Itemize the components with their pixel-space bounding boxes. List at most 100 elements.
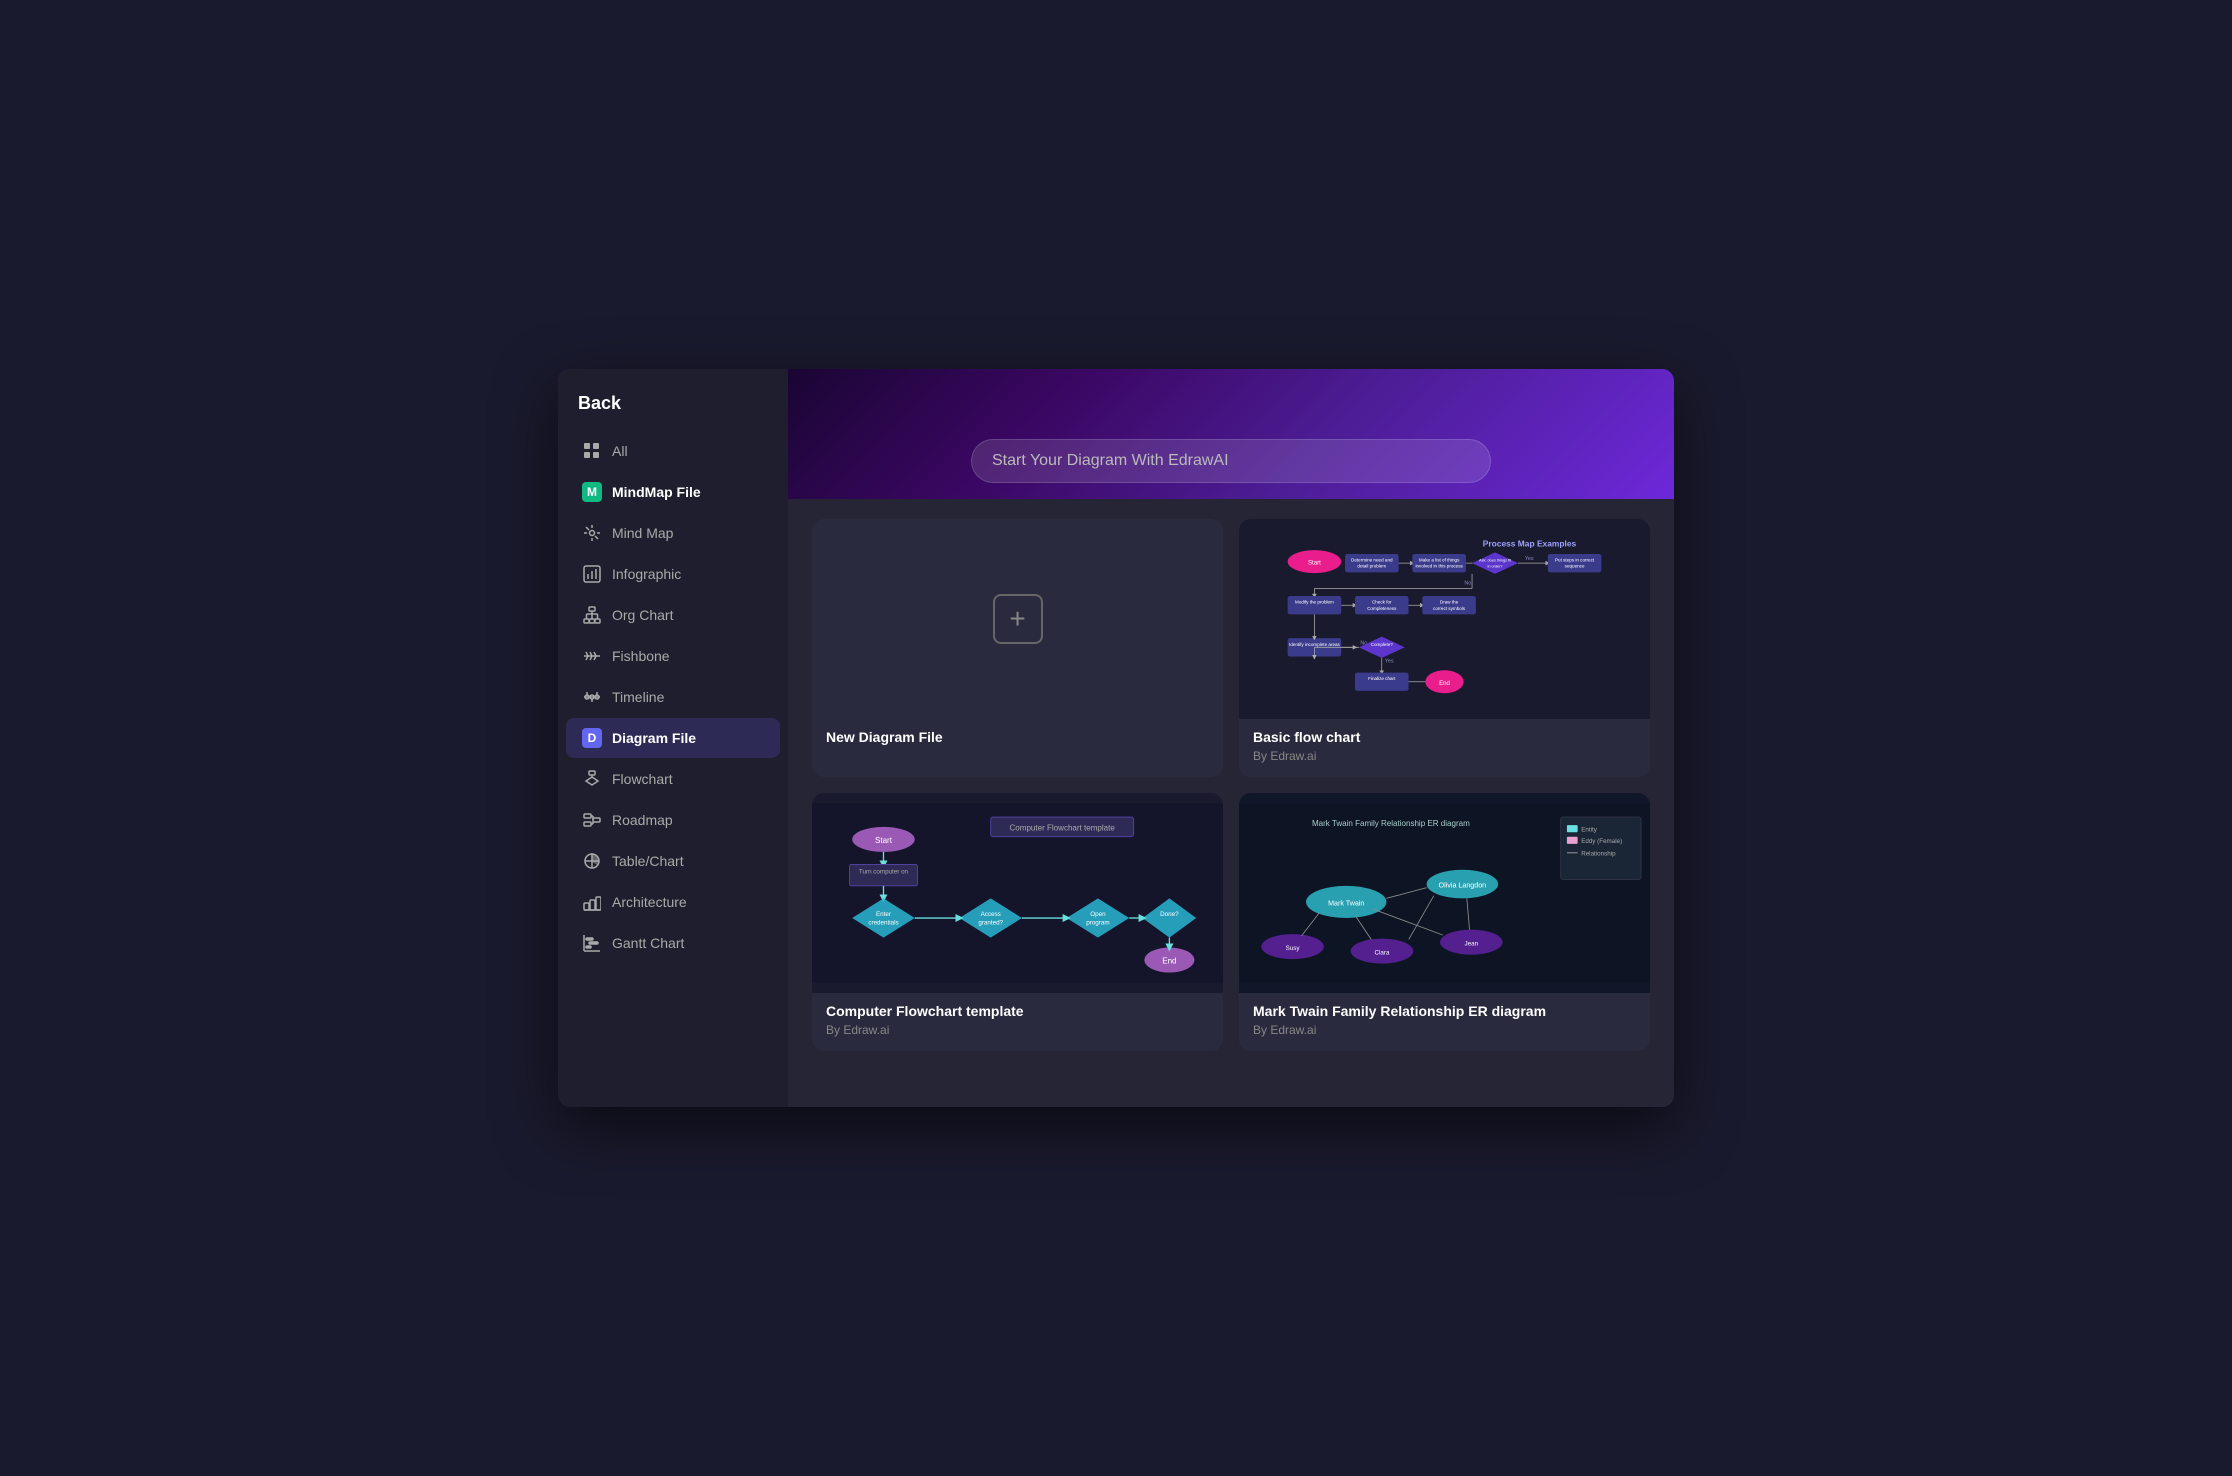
- template-preview-new-file: +: [812, 519, 1223, 719]
- templates-area: + New Diagram File Process Map Examples: [788, 499, 1674, 1107]
- mindmap-colored-icon: M: [582, 482, 602, 502]
- svg-text:Start: Start: [875, 836, 893, 845]
- svg-text:granted?: granted?: [978, 919, 1003, 926]
- sidebar-item-timeline[interactable]: Timeline: [566, 677, 780, 717]
- svg-text:Mark Twain: Mark Twain: [1328, 900, 1364, 908]
- sidebar-item-label: Org Chart: [612, 607, 673, 623]
- header-banner: Start Your Diagram With EdrawAI: [788, 369, 1674, 499]
- sidebar-item-label: Roadmap: [612, 812, 673, 828]
- svg-text:Draw the: Draw the: [1440, 600, 1459, 605]
- back-button[interactable]: Back: [558, 385, 788, 430]
- template-card-basic-flowchart[interactable]: Process Map Examples Start Determine nee…: [1239, 519, 1650, 777]
- sidebar-item-label: Infographic: [612, 566, 681, 582]
- svg-text:Olivia Langdon: Olivia Langdon: [1439, 882, 1487, 890]
- sidebar-item-label: Flowchart: [612, 771, 673, 787]
- template-info-flowchart: Basic flow chart By Edraw.ai: [1239, 719, 1650, 777]
- fishbone-icon: [582, 646, 602, 666]
- svg-text:Make a list of things: Make a list of things: [1419, 558, 1460, 563]
- sidebar-item-flowchart[interactable]: Flowchart: [566, 759, 780, 799]
- svg-text:Susy: Susy: [1286, 945, 1301, 952]
- gantt-chart-icon: [582, 933, 602, 953]
- template-info-computer-flowchart: Computer Flowchart template By Edraw.ai: [812, 993, 1223, 1051]
- sidebar-item-mind-map[interactable]: Mind Map: [566, 513, 780, 553]
- er-diagram: Mark Twain Family Relationship ER diagra…: [1239, 793, 1650, 993]
- mindmap-icon: [582, 523, 602, 543]
- flowchart-diagram: Process Map Examples Start Determine nee…: [1239, 519, 1650, 719]
- svg-text:Determine need and: Determine need and: [1351, 558, 1393, 563]
- svg-text:Put steps in correct: Put steps in correct: [1555, 558, 1595, 563]
- svg-text:Relationship: Relationship: [1581, 850, 1616, 857]
- svg-text:Start: Start: [1308, 560, 1321, 567]
- svg-text:End: End: [1162, 957, 1176, 966]
- flowchart-icon: [582, 769, 602, 789]
- sidebar-item-label: Table/Chart: [612, 853, 684, 869]
- sidebar-item-all[interactable]: All: [566, 431, 780, 471]
- template-title-flowchart: Basic flow chart: [1253, 729, 1636, 745]
- ai-search-bar[interactable]: Start Your Diagram With EdrawAI: [971, 439, 1491, 483]
- template-card-new-diagram[interactable]: + New Diagram File: [812, 519, 1223, 777]
- sidebar-item-mindmap-file[interactable]: M MindMap File: [566, 472, 780, 512]
- computer-flowchart-diagram: Computer Flowchart template Start Turn c…: [812, 793, 1223, 993]
- sidebar-item-diagram-file[interactable]: D Diagram File: [566, 718, 780, 758]
- table-chart-icon: [582, 851, 602, 871]
- svg-text:Enter: Enter: [876, 911, 891, 918]
- sidebar-item-roadmap[interactable]: Roadmap: [566, 800, 780, 840]
- template-info: New Diagram File: [812, 719, 1223, 763]
- svg-text:Computer Flowchart template: Computer Flowchart template: [1010, 823, 1116, 832]
- template-author-computer-flowchart: By Edraw.ai: [826, 1023, 1209, 1037]
- svg-text:Turn computer on: Turn computer on: [859, 868, 909, 875]
- sidebar-item-label: Gantt Chart: [612, 935, 684, 951]
- templates-grid: + New Diagram File Process Map Examples: [812, 519, 1650, 1051]
- sidebar-item-gantt-chart[interactable]: Gantt Chart: [566, 923, 780, 963]
- sidebar-item-fishbone[interactable]: Fishbone: [566, 636, 780, 676]
- svg-text:Process Map Examples: Process Map Examples: [1483, 538, 1577, 548]
- template-card-computer-flowchart[interactable]: Computer Flowchart template Start Turn c…: [812, 793, 1223, 1051]
- svg-text:Done?: Done?: [1160, 911, 1179, 918]
- svg-text:sequence: sequence: [1565, 564, 1585, 569]
- template-title: New Diagram File: [826, 729, 1209, 745]
- svg-text:Ask: does things fit: Ask: does things fit: [1479, 559, 1512, 563]
- app-window: Back All M MindMap File: [558, 369, 1674, 1107]
- svg-text:Mark Twain Family Relationship: Mark Twain Family Relationship ER diagra…: [1312, 819, 1470, 828]
- svg-text:Check for: Check for: [1372, 600, 1392, 605]
- sidebar-item-org-chart[interactable]: Org Chart: [566, 595, 780, 635]
- svg-text:credentials: credentials: [868, 919, 898, 926]
- sidebar-item-label: Timeline: [612, 689, 664, 705]
- template-preview-er-diagram: Mark Twain Family Relationship ER diagra…: [1239, 793, 1650, 993]
- sidebar-item-table-chart[interactable]: Table/Chart: [566, 841, 780, 881]
- svg-text:No: No: [1464, 581, 1471, 587]
- svg-text:Access: Access: [981, 911, 1001, 918]
- template-preview-flowchart: Process Map Examples Start Determine nee…: [1239, 519, 1650, 719]
- roadmap-icon: [582, 810, 602, 830]
- main-content: Start Your Diagram With EdrawAI + New Di…: [788, 369, 1674, 1107]
- svg-text:program: program: [1086, 919, 1109, 926]
- svg-text:Yes: Yes: [1525, 556, 1534, 562]
- sidebar-item-label: Mind Map: [612, 525, 673, 541]
- sidebar-item-label: Architecture: [612, 894, 687, 910]
- diagram-colored-icon: D: [582, 728, 602, 748]
- org-chart-icon: [582, 605, 602, 625]
- svg-text:Jean: Jean: [1465, 941, 1479, 948]
- sidebar-item-label: Diagram File: [612, 730, 696, 746]
- svg-text:involved in this process: involved in this process: [1415, 564, 1463, 569]
- sidebar-item-infographic[interactable]: Infographic: [566, 554, 780, 594]
- svg-text:Modify the problem: Modify the problem: [1295, 600, 1334, 605]
- grid-icon: [582, 441, 602, 461]
- architecture-icon: [582, 892, 602, 912]
- svg-text:Eddy (Female): Eddy (Female): [1581, 838, 1622, 845]
- template-title-er-diagram: Mark Twain Family Relationship ER diagra…: [1253, 1003, 1636, 1019]
- sidebar-item-label: All: [612, 443, 628, 459]
- sidebar-item-architecture[interactable]: Architecture: [566, 882, 780, 922]
- template-info-er-diagram: Mark Twain Family Relationship ER diagra…: [1239, 993, 1650, 1051]
- svg-text:correct symbols: correct symbols: [1433, 606, 1466, 611]
- template-title-computer-flowchart: Computer Flowchart template: [826, 1003, 1209, 1019]
- svg-text:Entity: Entity: [1581, 826, 1598, 833]
- svg-text:Completeness: Completeness: [1367, 606, 1397, 611]
- template-author-er-diagram: By Edraw.ai: [1253, 1023, 1636, 1037]
- sidebar: Back All M MindMap File: [558, 369, 788, 1107]
- add-icon: +: [993, 594, 1043, 644]
- infographic-icon: [582, 564, 602, 584]
- template-card-er-diagram[interactable]: Mark Twain Family Relationship ER diagra…: [1239, 793, 1650, 1051]
- svg-text:Yes: Yes: [1385, 659, 1394, 665]
- template-preview-computer-flowchart: Computer Flowchart template Start Turn c…: [812, 793, 1223, 993]
